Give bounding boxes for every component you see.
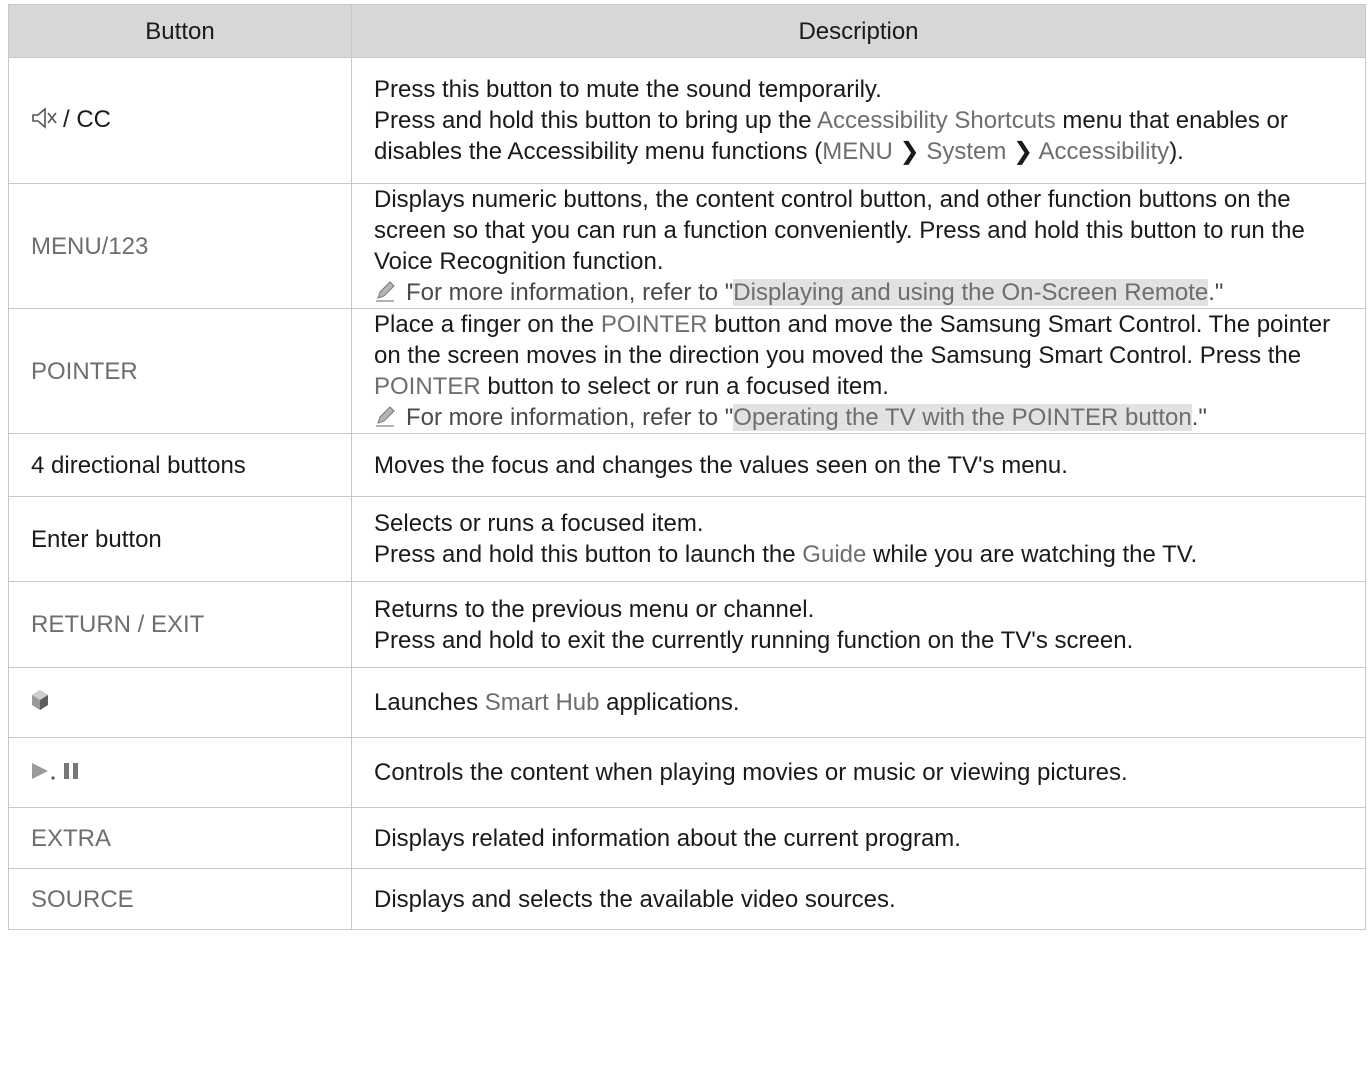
text-segment: For more information, refer to " — [406, 279, 734, 306]
text-segment: Displays related information about the c… — [374, 824, 961, 852]
button-name: / CC — [63, 106, 111, 134]
table-row: 4 directional buttons Moves the focus and… — [8, 433, 1366, 497]
button-name: SOURCE — [31, 885, 134, 913]
text-segment: Returns to the previous menu or channel. — [374, 595, 815, 623]
text-segment: Press and hold this button to launch the — [374, 541, 803, 568]
table-row: RETURN / EXIT Returns to the previous men… — [8, 581, 1366, 668]
description-cell: Returns to the previous menu or channel.… — [351, 581, 1366, 668]
description-line: Press this button to mute the sound temp… — [374, 74, 1353, 105]
text-segment: ." — [1208, 279, 1224, 306]
text-segment: Displays numeric buttons, the content co… — [374, 186, 1305, 275]
text-segment: Moves the focus and changes the values s… — [374, 451, 1068, 479]
text-segment: Launches — [374, 689, 485, 716]
button-name: 4 directional buttons — [31, 451, 246, 479]
text-segment: Controls the content when playing movies… — [374, 759, 1128, 786]
play-pause-icon — [31, 758, 91, 789]
column-header-description: Description — [351, 4, 1366, 58]
text-segment: System — [926, 138, 1007, 165]
table-row: SOURCE Displays and selects the available… — [8, 868, 1366, 930]
text-segment: Displays and selects the available video… — [374, 885, 896, 913]
column-header-button: Button — [8, 4, 352, 58]
button-description-table: Button Description / CC Press this button… — [8, 4, 1366, 930]
table-row: Controls the content when playing movies… — [8, 737, 1366, 808]
reference-link[interactable]: Operating the TV with the POINTER button — [733, 404, 1192, 431]
text-segment: Selects or runs a focused item. — [374, 510, 704, 537]
text-segment: button to select or run a focused item. — [480, 373, 889, 400]
table-header-row: Button Description — [8, 4, 1366, 58]
mute-icon — [31, 106, 57, 137]
button-name: Enter button — [31, 525, 162, 553]
table-row: Launches Smart Hub applications. — [8, 667, 1366, 738]
button-name: MENU/123 — [31, 232, 149, 260]
description-line: For more information, refer to "Operatin… — [374, 402, 1353, 433]
button-name: POINTER — [31, 357, 138, 385]
description-line: Returns to the previous menu or channel. — [374, 594, 1353, 625]
button-cell: EXTRA — [8, 807, 352, 869]
table-row: Enter button Selects or runs a focused it… — [8, 496, 1366, 582]
button-name: EXTRA — [31, 824, 112, 852]
description-line: Selects or runs a focused item. — [374, 508, 1353, 539]
button-cell: / CC — [8, 57, 352, 184]
description-cell: Controls the content when playing movies… — [351, 737, 1366, 808]
description-line: Press and hold this button to bring up t… — [374, 105, 1353, 167]
description-cell: Place a finger on the POINTER button and… — [351, 308, 1366, 434]
text-segment: Press this button to mute the sound temp… — [374, 76, 882, 103]
description-line: Place a finger on the POINTER button and… — [374, 309, 1353, 402]
description-line: For more information, refer to "Displayi… — [374, 277, 1353, 308]
description-cell: Displays related information about the c… — [351, 807, 1366, 869]
table-row: POINTER Place a finger on the POINTER but… — [8, 308, 1366, 434]
description-line: Displays numeric buttons, the content co… — [374, 184, 1353, 277]
text-segment: Guide — [802, 541, 867, 568]
description-line: Press and hold to exit the currently run… — [374, 625, 1353, 656]
button-cell: SOURCE — [8, 868, 352, 930]
text-segment: Press and hold to exit the currently run… — [374, 626, 1134, 654]
text-segment: POINTER — [600, 311, 708, 338]
button-cell: 4 directional buttons — [8, 433, 352, 497]
description-cell: Launches Smart Hub applications. — [351, 667, 1366, 738]
description-cell: Displays and selects the available video… — [351, 868, 1366, 930]
description-line: Displays related information about the c… — [374, 823, 1353, 854]
text-segment: Accessibility Shortcuts — [816, 107, 1056, 134]
text-segment: ❯ — [892, 138, 927, 165]
description-cell: Selects or runs a focused item. Press and… — [351, 496, 1366, 582]
text-segment: ). — [1169, 138, 1184, 165]
description-line: Controls the content when playing movies… — [374, 757, 1353, 788]
description-line: Launches Smart Hub applications. — [374, 687, 1353, 718]
button-name: RETURN / EXIT — [31, 611, 205, 638]
table-row: MENU/123 Displays numeric buttons, the co… — [8, 183, 1366, 309]
reference-link[interactable]: Displaying and using the On-Screen Remot… — [733, 279, 1209, 306]
text-segment: Press and hold this button to bring up t… — [374, 107, 817, 134]
text-segment: Accessibility — [1038, 138, 1170, 165]
button-cell: MENU/123 — [8, 183, 352, 309]
description-line: Press and hold this button to launch the… — [374, 539, 1353, 570]
text-segment: Place a finger on the — [374, 311, 601, 338]
description-cell: Displays numeric buttons, the content co… — [351, 183, 1366, 309]
button-cell — [8, 737, 352, 808]
button-cell — [8, 667, 352, 738]
text-segment: POINTER — [374, 373, 481, 400]
table-row: EXTRA Displays related information about … — [8, 807, 1366, 869]
button-cell: Enter button — [8, 496, 352, 582]
text-segment: For more information, refer to " — [406, 404, 734, 431]
text-segment: ❯ — [1006, 138, 1039, 165]
button-cell: POINTER — [8, 308, 352, 434]
description-cell: Moves the focus and changes the values s… — [351, 433, 1366, 497]
table-row: / CC Press this button to mute the sound … — [8, 57, 1366, 184]
description-line: Displays and selects the available video… — [374, 884, 1353, 915]
text-segment: ." — [1191, 404, 1207, 431]
button-cell: RETURN / EXIT — [8, 581, 352, 668]
pencil-note-icon — [374, 279, 396, 302]
text-segment: MENU — [822, 138, 893, 165]
description-cell: Press this button to mute the sound temp… — [351, 57, 1366, 184]
text-segment: applications. — [599, 689, 740, 716]
text-segment: Smart Hub — [484, 689, 600, 716]
pencil-note-icon — [374, 404, 396, 427]
text-segment: while you are watching the TV. — [866, 541, 1198, 568]
description-line: Moves the focus and changes the values s… — [374, 450, 1353, 481]
smart-hub-icon — [31, 688, 49, 719]
